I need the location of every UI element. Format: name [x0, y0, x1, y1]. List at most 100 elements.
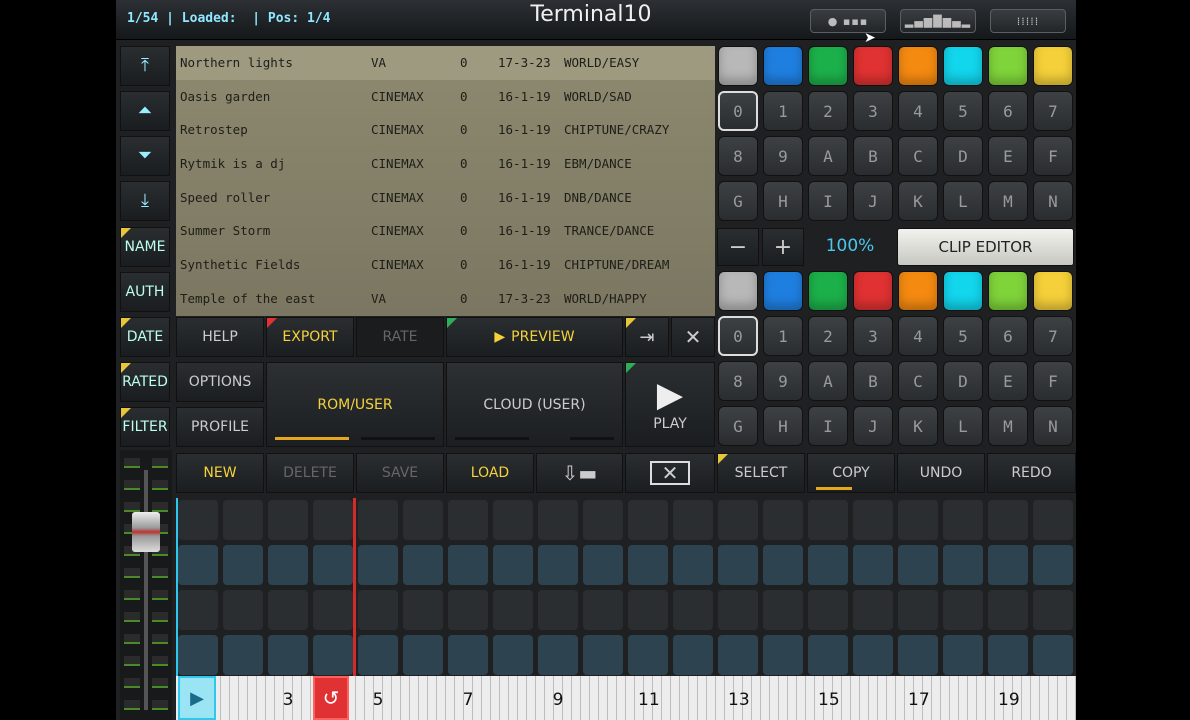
pattern-cell[interactable]	[898, 500, 938, 540]
pattern-cell[interactable]	[673, 545, 713, 585]
pattern-cell[interactable]	[583, 545, 623, 585]
clip-editor-button[interactable]: CLIP EDITOR	[897, 228, 1074, 266]
pad-1[interactable]: 1	[763, 316, 803, 356]
pattern-cell[interactable]	[223, 500, 263, 540]
song-row[interactable]: Rytmik is a dj CINEMAX 0 16-1-19 EBM/DANCE	[176, 147, 715, 181]
pattern-cell[interactable]	[178, 500, 218, 540]
pattern-cell[interactable]	[628, 590, 668, 630]
sample-view-button[interactable]: ▂▄▆█▆▄▂	[900, 9, 976, 33]
pattern-cell[interactable]	[763, 590, 803, 630]
pattern-cell[interactable]	[673, 590, 713, 630]
pad-d[interactable]: D	[943, 361, 983, 401]
pattern-cell[interactable]	[718, 590, 758, 630]
pattern-cell[interactable]	[808, 545, 848, 585]
pattern-cell[interactable]	[1033, 545, 1073, 585]
pattern-cell[interactable]	[628, 500, 668, 540]
pad-8[interactable]: 8	[718, 361, 758, 401]
color-pad[interactable]	[943, 46, 983, 86]
pad-5[interactable]: 5	[943, 91, 983, 131]
pattern-cell[interactable]	[583, 500, 623, 540]
volume-fader[interactable]	[120, 450, 172, 720]
pattern-cell[interactable]	[853, 635, 893, 675]
pad-b[interactable]: B	[853, 361, 893, 401]
keyboard-view-button[interactable]: ⁞⁞⁞⁞⁞	[990, 9, 1066, 33]
pattern-cell[interactable]	[988, 590, 1028, 630]
color-pad[interactable]	[853, 46, 893, 86]
pad-h[interactable]: H	[763, 181, 803, 221]
filter-button[interactable]: FILTER	[120, 407, 170, 447]
pad-g[interactable]: G	[718, 181, 758, 221]
pad-7[interactable]: 7	[1033, 91, 1073, 131]
pattern-cell[interactable]	[538, 635, 578, 675]
zoom-in-button[interactable]: +	[762, 228, 804, 266]
pattern-cell[interactable]	[628, 545, 668, 585]
pattern-cell[interactable]	[673, 635, 713, 675]
pad-d[interactable]: D	[943, 136, 983, 176]
pattern-cell[interactable]	[268, 635, 308, 675]
pattern-cell[interactable]	[898, 590, 938, 630]
redo-button[interactable]: REDO	[987, 453, 1076, 493]
pattern-cell[interactable]	[178, 545, 218, 585]
pattern-cell[interactable]	[808, 500, 848, 540]
pad-a[interactable]: A	[808, 136, 848, 176]
pad-3[interactable]: 3	[853, 316, 893, 356]
pad-f[interactable]: F	[1033, 136, 1073, 176]
color-pad[interactable]	[1033, 271, 1073, 311]
color-pad[interactable]	[988, 271, 1028, 311]
pad-g[interactable]: G	[718, 406, 758, 446]
pattern-cell[interactable]	[988, 545, 1028, 585]
pattern-cell[interactable]	[493, 635, 533, 675]
pattern-cell[interactable]	[718, 635, 758, 675]
pad-l[interactable]: L	[943, 181, 983, 221]
pattern-cell[interactable]	[403, 545, 443, 585]
fader-knob[interactable]	[132, 512, 160, 552]
copy-button[interactable]: COPY	[807, 453, 895, 493]
pad-m[interactable]: M	[988, 181, 1028, 221]
pattern-cell[interactable]	[898, 545, 938, 585]
pattern-cell[interactable]	[673, 500, 713, 540]
color-pad[interactable]	[808, 46, 848, 86]
color-pad[interactable]	[898, 46, 938, 86]
pattern-cell[interactable]	[403, 500, 443, 540]
pattern-cell[interactable]	[268, 545, 308, 585]
pad-2[interactable]: 2	[808, 91, 848, 131]
pattern-cell[interactable]	[538, 545, 578, 585]
pattern-cell[interactable]	[313, 590, 353, 630]
pattern-cell[interactable]	[538, 590, 578, 630]
close-button[interactable]: ✕	[671, 317, 715, 357]
pattern-cell[interactable]	[583, 635, 623, 675]
color-pad[interactable]	[898, 271, 938, 311]
pad-6[interactable]: 6	[988, 316, 1028, 356]
pad-5[interactable]: 5	[943, 316, 983, 356]
pad-k[interactable]: K	[898, 181, 938, 221]
pattern-cell[interactable]	[403, 635, 443, 675]
pattern-cell[interactable]	[583, 590, 623, 630]
pattern-cell[interactable]	[988, 635, 1028, 675]
loop-marker[interactable]: ↺	[313, 676, 349, 720]
timeline-ruler[interactable]: ▶ ↺ 3 5 7 9 11 13 15 17 19	[176, 676, 1076, 720]
help-button[interactable]: HELP	[176, 317, 264, 357]
save-button[interactable]: SAVE	[356, 453, 444, 493]
pad-k[interactable]: K	[898, 406, 938, 446]
pattern-cell[interactable]	[223, 545, 263, 585]
pad-i[interactable]: I	[808, 406, 848, 446]
pattern-cell[interactable]	[628, 635, 668, 675]
song-row[interactable]: Oasis garden CINEMAX 0 16-1-19 WORLD/SAD	[176, 80, 715, 114]
scroll-bottom-button[interactable]: ⤓	[120, 181, 170, 221]
pattern-cell[interactable]	[898, 635, 938, 675]
color-pad[interactable]	[718, 271, 758, 311]
pattern-cell[interactable]	[448, 500, 488, 540]
pad-c[interactable]: C	[898, 361, 938, 401]
pad-1[interactable]: 1	[763, 91, 803, 131]
pattern-cell[interactable]	[1033, 590, 1073, 630]
color-pad[interactable]	[763, 46, 803, 86]
song-browser-list[interactable]: Northern lights VA 0 17-3-23 WORLD/EASY Oasi…	[176, 46, 715, 316]
pattern-cell[interactable]	[178, 590, 218, 630]
pattern-cell[interactable]	[853, 500, 893, 540]
new-button[interactable]: NEW	[176, 453, 264, 493]
pattern-cell[interactable]	[358, 590, 398, 630]
pattern-cell[interactable]	[943, 590, 983, 630]
pad-9[interactable]: 9	[763, 136, 803, 176]
pattern-grid[interactable]	[176, 498, 1076, 676]
playhead-marker[interactable]: ▶	[178, 676, 216, 720]
